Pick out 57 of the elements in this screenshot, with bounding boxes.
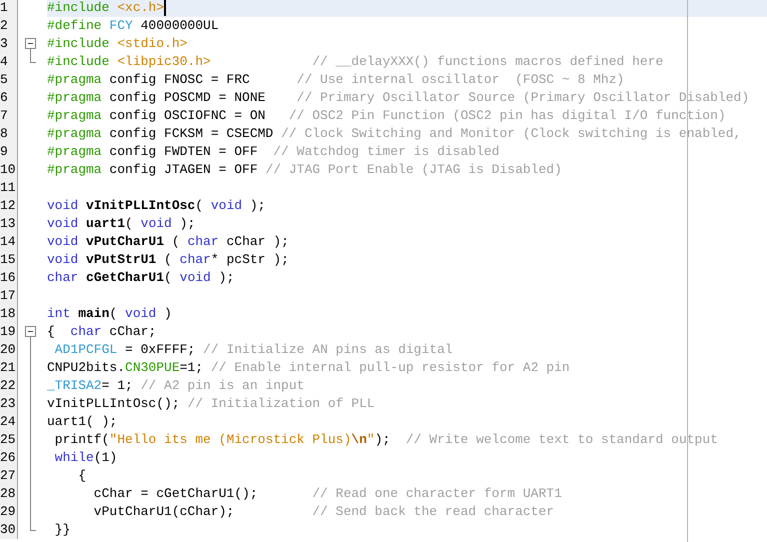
fold-toggle-icon[interactable]: [25, 38, 36, 53]
code-line: void vInitPLLIntOsc( void );: [47, 197, 266, 215]
code-line: }}: [54, 521, 70, 539]
line-number: 7: [0, 107, 9, 125]
line-number: 15: [0, 251, 17, 269]
line-number: 19: [0, 323, 17, 341]
line-number: 12: [0, 197, 17, 215]
code-line: #pragma config FWDTEN = OFF // Watchdog timer is disabled: [47, 143, 500, 161]
line-number: 6: [0, 89, 9, 107]
line-number: 2: [0, 17, 9, 35]
line-number: 13: [0, 215, 17, 233]
fold-toggle-icon[interactable]: [25, 326, 36, 341]
line-number: 22: [0, 377, 17, 395]
code-line: vInitPLLIntOsc(); // Initialization of PLL: [47, 395, 375, 413]
code-line: _TRISA2= 1; // A2 pin is an input: [47, 377, 304, 395]
line-number: 29: [0, 503, 17, 521]
line-number: 25: [0, 431, 17, 449]
line-number: 21: [0, 359, 17, 377]
line-number: 4: [0, 53, 9, 71]
line-number: 9: [0, 143, 9, 161]
code-line: vPutCharU1(cChar); // Send back the read character: [92, 503, 554, 521]
code-line: void vPutCharU1 ( char cChar );: [47, 233, 289, 251]
code-line: CNPU2bits.CN30PUE=1; // Enable internal pull-up resistor for A2 pin: [47, 359, 570, 377]
line-number: 14: [0, 233, 17, 251]
code-line: { char cChar;: [47, 323, 156, 341]
line-number: 1: [0, 0, 9, 17]
line-number: 5: [0, 71, 9, 89]
text-cursor: [164, 0, 166, 16]
code-line: AD1PCFGL = 0xFFFF; // Initialize AN pins as digital: [54, 341, 453, 359]
code-line: #include <libpic30.h> // __delayXXX() functions macros defined here: [47, 53, 664, 71]
code-line: void vPutStrU1 ( char* pcStr );: [47, 251, 289, 269]
line-number: 30: [0, 521, 17, 539]
code-line: int main( void ): [47, 305, 172, 323]
code-line: void uart1( void );: [47, 215, 196, 233]
code-line: #include <stdio.h>: [47, 35, 188, 53]
line-number: 24: [0, 413, 17, 431]
code-line: #pragma config JTAGEN = OFF // JTAG Port Enable (JTAG is Disabled): [47, 161, 562, 179]
code-line: cChar = cGetCharU1(); // Read one character form UART1: [92, 485, 562, 503]
code-line: {: [77, 467, 86, 485]
line-number: 27: [0, 467, 17, 485]
line-number: 10: [0, 161, 17, 179]
line-number: 20: [0, 341, 17, 359]
code-line: while(1): [54, 449, 118, 467]
code-line: char cGetCharU1( void );: [47, 269, 234, 287]
line-number: 3: [0, 35, 9, 53]
code-line: #include <xc.h>: [47, 0, 164, 17]
line-number: 28: [0, 485, 17, 503]
line-number: 26: [0, 449, 17, 467]
code-line: #define FCY 40000000UL: [47, 17, 219, 35]
line-number: 23: [0, 395, 17, 413]
line-number: 16: [0, 269, 17, 287]
line-number: 11: [0, 179, 17, 197]
line-number: 18: [0, 305, 17, 323]
code-line: #pragma config FNOSC = FRC // Use internal oscillator (FOSC ~ 8 Mhz): [47, 71, 624, 89]
code-line: uart1( );: [47, 413, 118, 431]
line-number: 17: [0, 287, 17, 305]
line-number: 8: [0, 125, 9, 143]
